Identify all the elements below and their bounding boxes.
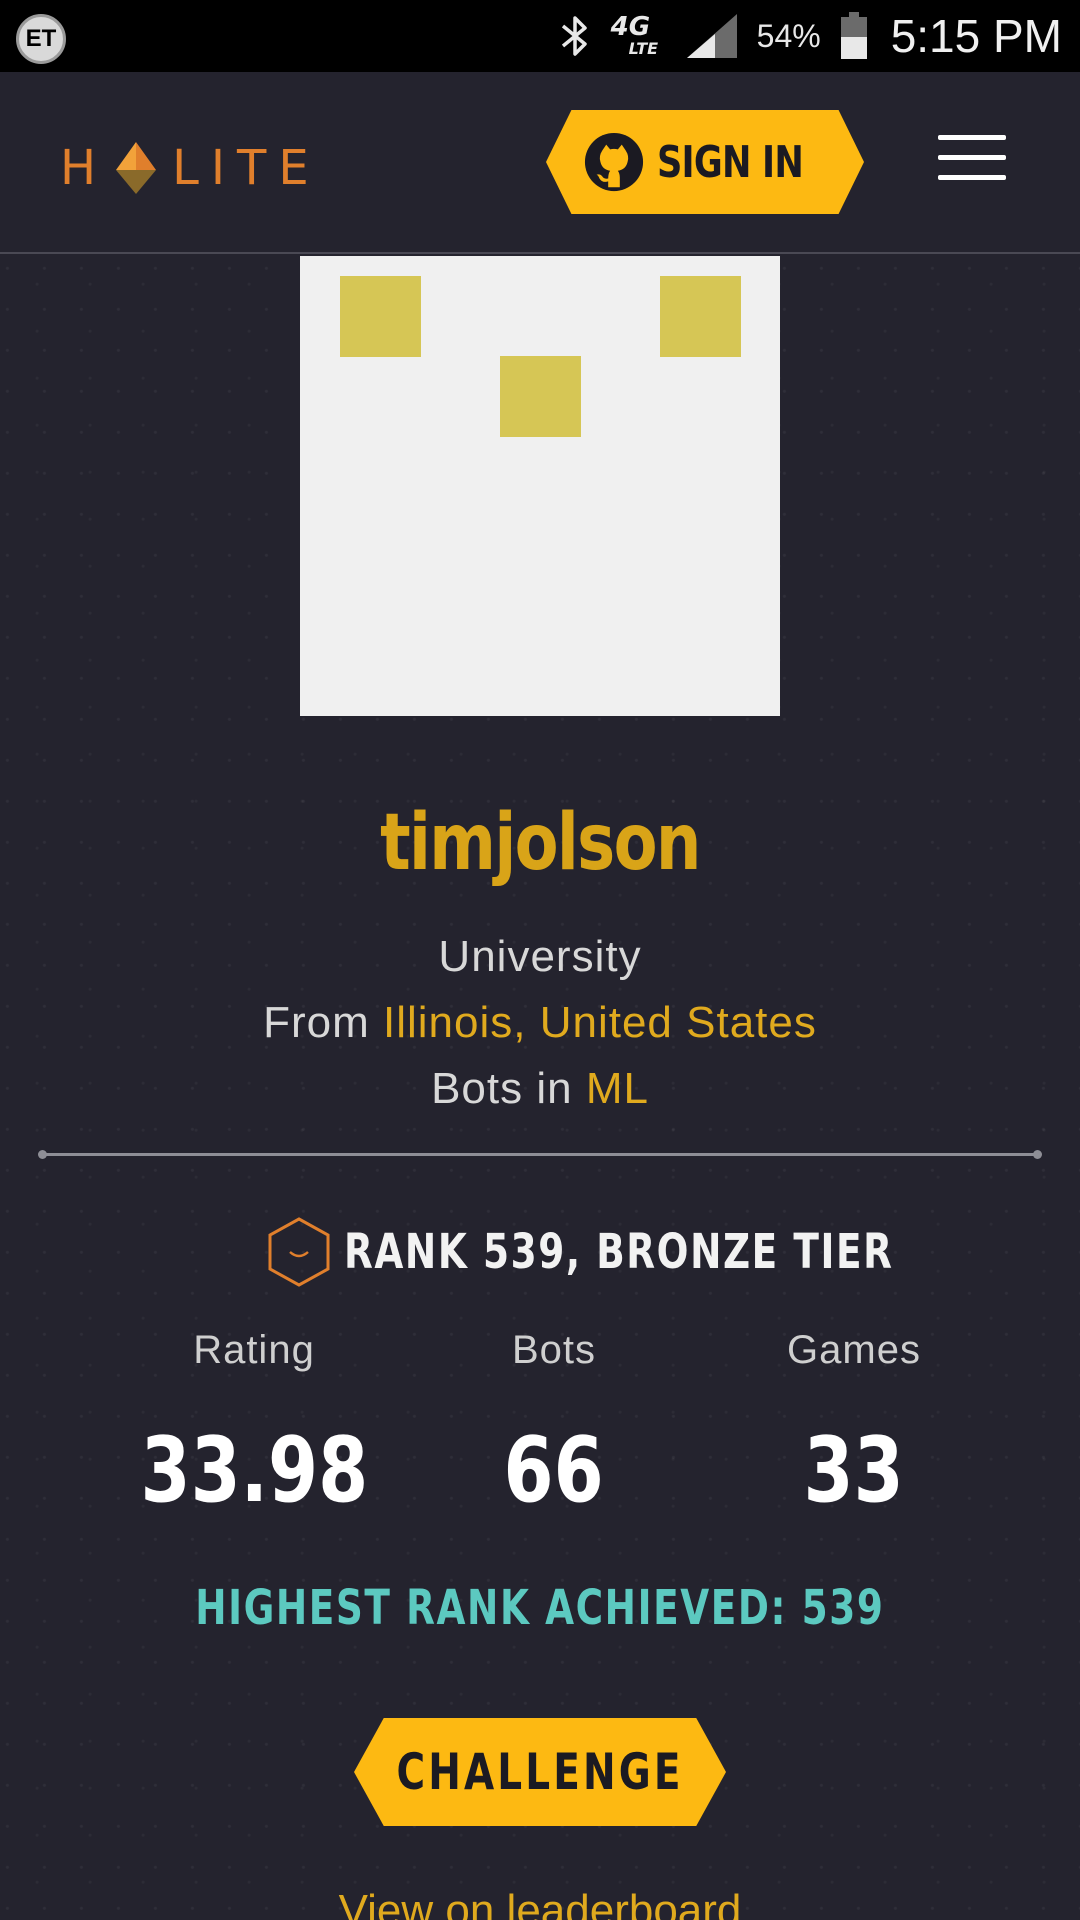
- stat-value: 33: [803, 1418, 905, 1523]
- identicon-block: [500, 356, 581, 437]
- highest-rank: HIGHEST RANK ACHIEVED: 539: [0, 1580, 1080, 1636]
- stat-label: Rating: [193, 1328, 315, 1372]
- view-leaderboard-link[interactable]: View on leaderboard: [0, 1886, 1080, 1920]
- halite-logo[interactable]: H LITE: [60, 138, 340, 198]
- status-bar: ET 4G LTE 54% 5:15 PM: [0, 0, 1080, 72]
- challenge-label: CHALLENGE: [396, 1743, 684, 1801]
- bronze-tier-hexagon-icon: [268, 1217, 330, 1287]
- location-link[interactable]: Illinois, United States: [383, 998, 817, 1047]
- user-location: From Illinois, United States: [0, 998, 1080, 1048]
- user-language: Bots in ML: [0, 1064, 1080, 1114]
- clock: 5:15 PM: [890, 10, 1062, 62]
- site-header: H LITE: [0, 72, 1080, 254]
- stat-rating: Rating 33.98: [104, 1328, 404, 1523]
- identicon-block: [660, 276, 741, 357]
- stat-games: Games 33: [704, 1328, 1004, 1523]
- stat-bots: Bots 66: [404, 1328, 704, 1523]
- challenge-button[interactable]: CHALLENGE: [354, 1718, 726, 1826]
- user-level-text: University: [438, 932, 642, 981]
- stat-label: Games: [787, 1328, 921, 1372]
- highest-rank-text: HIGHEST RANK ACHIEVED: 539: [195, 1580, 885, 1636]
- bluetooth-icon: [561, 16, 587, 56]
- network-label: 4G: [610, 12, 651, 42]
- network-type: 4G LTE: [611, 12, 667, 60]
- divider: [38, 1150, 1042, 1159]
- avatar-identicon: [300, 256, 780, 716]
- rank-text: RANK 539, BRONZE TIER: [344, 1224, 894, 1280]
- stat-value: 33.98: [140, 1418, 368, 1523]
- identicon-block: [340, 276, 421, 357]
- location-prefix: From: [263, 998, 370, 1047]
- language-prefix: Bots in: [431, 1064, 573, 1113]
- battery-icon: [840, 12, 867, 59]
- logo-text-left: H: [60, 140, 109, 196]
- logo-text-right: LITE: [172, 140, 321, 196]
- user-level: University: [0, 932, 1080, 982]
- stat-value: 66: [503, 1418, 605, 1523]
- sign-in-button[interactable]: SIGN IN: [546, 110, 864, 214]
- rank-row: RANK 539, BRONZE TIER: [0, 1214, 1080, 1290]
- username: timjolson: [0, 798, 1080, 888]
- cell-signal-icon: [686, 14, 737, 58]
- carrier-badge: ET: [16, 14, 66, 64]
- language-link[interactable]: ML: [586, 1064, 649, 1113]
- hamburger-menu-icon[interactable]: [938, 135, 1006, 181]
- halite-gem-icon: [116, 142, 157, 194]
- sign-in-label: SIGN IN: [657, 136, 804, 188]
- battery-percent: 54%: [756, 17, 821, 54]
- stat-label: Bots: [511, 1328, 597, 1372]
- github-icon: [584, 132, 644, 192]
- status-icons: 4G LTE 54% 5:15 PM: [557, 0, 1062, 72]
- network-sub-label: LTE: [628, 39, 659, 58]
- username-text: timjolson: [380, 798, 701, 888]
